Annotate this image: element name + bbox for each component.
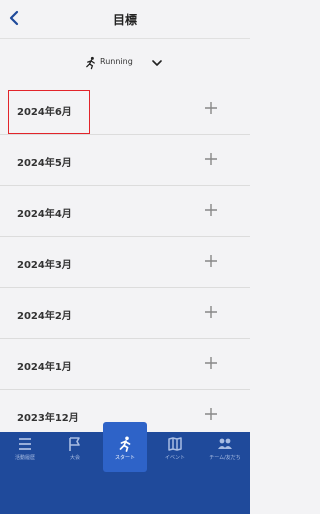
highlight-box bbox=[8, 90, 90, 134]
bottom-tab-bar: 活動履歴 大会 スタート イベント チーム/友だち bbox=[0, 422, 250, 514]
running-icon bbox=[119, 436, 131, 452]
header: 目標 bbox=[0, 0, 250, 39]
month-row[interactable]: 2024年5月 bbox=[0, 135, 250, 186]
plus-icon[interactable] bbox=[204, 203, 218, 217]
month-label: 2023年12月 bbox=[17, 413, 79, 424]
plus-icon[interactable] bbox=[204, 152, 218, 166]
tab-label: 大会 bbox=[69, 455, 80, 461]
month-label: 2024年5月 bbox=[17, 158, 72, 169]
running-icon bbox=[86, 56, 95, 70]
people-icon bbox=[218, 438, 232, 449]
tab-races[interactable]: 大会 bbox=[50, 432, 100, 472]
activity-label: Running bbox=[100, 57, 133, 66]
tab-label: イベント bbox=[164, 455, 185, 461]
month-row[interactable]: 2024年4月 bbox=[0, 186, 250, 237]
page-title: 目標 bbox=[112, 13, 137, 27]
tab-start[interactable]: スタート bbox=[100, 422, 150, 472]
tab-label: チーム/友だち bbox=[209, 455, 241, 461]
plus-icon[interactable] bbox=[204, 356, 218, 370]
chevron-down-icon bbox=[152, 60, 162, 66]
tab-label: 活動履歴 bbox=[14, 455, 35, 461]
tab-team-friends[interactable]: チーム/友だち bbox=[200, 432, 250, 472]
tab-activity-history[interactable]: 活動履歴 bbox=[0, 432, 50, 472]
month-row[interactable]: 2024年3月 bbox=[0, 237, 250, 288]
list-icon bbox=[19, 438, 31, 450]
plus-icon[interactable] bbox=[204, 254, 218, 268]
month-label: 2024年1月 bbox=[17, 362, 72, 373]
month-label: 2024年2月 bbox=[17, 311, 72, 322]
map-icon bbox=[168, 437, 182, 451]
tab-events[interactable]: イベント bbox=[150, 432, 200, 472]
plus-icon[interactable] bbox=[204, 101, 218, 115]
plus-icon[interactable] bbox=[204, 407, 218, 421]
tab-label: スタート bbox=[114, 455, 135, 461]
flag-icon bbox=[69, 437, 80, 451]
month-label: 2024年3月 bbox=[17, 260, 72, 271]
month-row[interactable]: 2024年1月 bbox=[0, 339, 250, 390]
plus-icon[interactable] bbox=[204, 305, 218, 319]
activity-filter-dropdown[interactable]: Running bbox=[0, 52, 250, 76]
month-row[interactable]: 2024年2月 bbox=[0, 288, 250, 339]
month-label: 2024年4月 bbox=[17, 209, 72, 220]
